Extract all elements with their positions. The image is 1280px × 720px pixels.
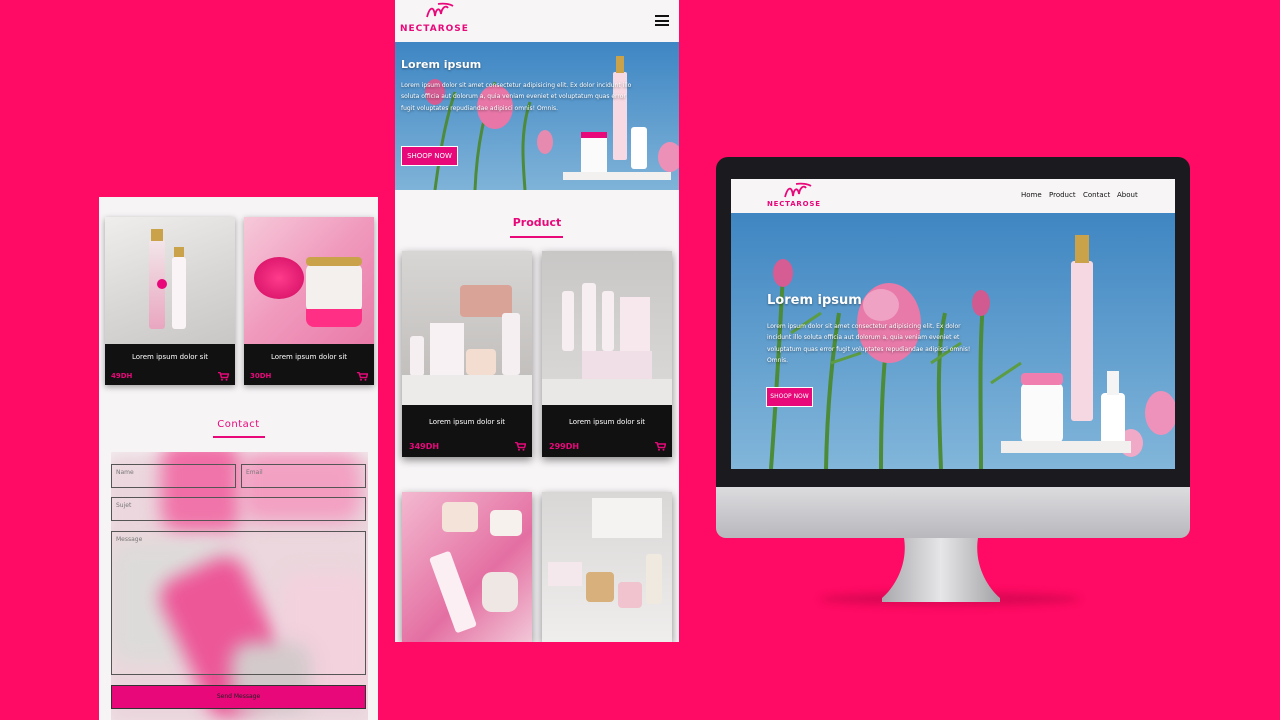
product-image [244, 217, 374, 344]
product-image [402, 492, 532, 642]
product-price: 49DH [111, 372, 133, 380]
mobile-header: NECTAROSE [395, 0, 679, 42]
nav-item-home[interactable]: Home [1021, 191, 1042, 199]
hero-text: Lorem ipsum dolor sit amet consectetur a… [767, 323, 971, 365]
product-price: 349DH [409, 442, 440, 451]
name-field[interactable]: Name [111, 464, 236, 488]
logo-mark-icon [784, 182, 812, 198]
product-card[interactable]: Lorem ipsum dolor sit 30DH [244, 217, 374, 385]
product-card[interactable]: Lorem ipsum dolor sit 299DH [542, 251, 672, 457]
monitor-stand [882, 538, 1000, 602]
hero-text: Lorem ipsum dolor sit amet consectetur a… [401, 82, 632, 112]
product-image [105, 217, 235, 344]
product-card[interactable] [402, 492, 532, 642]
product-card[interactable]: Lorem ipsum dolor sit 349DH [402, 251, 532, 457]
nav-item-contact[interactable]: Contact [1083, 191, 1110, 199]
heading-underline [213, 436, 265, 438]
email-field[interactable]: Email [241, 464, 366, 488]
product-card[interactable] [542, 492, 672, 642]
send-message-button[interactable]: Send Message [111, 685, 366, 709]
subject-field[interactable]: Sujet [111, 497, 366, 521]
product-title: Lorem ipsum dolor sit [568, 418, 646, 426]
desktop-navbar: NECTAROSE Home Product Contact About [731, 179, 1175, 213]
nav-item-product[interactable]: Product [1049, 191, 1076, 199]
hero-title: Lorem ipsum [767, 293, 862, 308]
shop-now-button[interactable]: SHOOP NOW [766, 387, 813, 407]
hero-title: Lorem ipsum [401, 58, 482, 71]
nav-item-about[interactable]: About [1117, 191, 1138, 199]
monitor-chin [716, 487, 1190, 538]
hamburger-icon[interactable] [655, 15, 669, 26]
heading-underline [510, 236, 563, 238]
logo-wordmark: NECTAROSE [767, 200, 821, 208]
product-price: 299DH [549, 442, 580, 451]
logo-mark-icon [426, 2, 454, 18]
shop-now-button[interactable]: SHOOP NOW [401, 146, 458, 166]
contact-page-mockup: Lorem ipsum dolor sit 49DH Lorem ipsum d… [99, 197, 378, 720]
contact-heading: Contact [217, 419, 260, 430]
product-image [542, 492, 672, 642]
cart-icon[interactable] [655, 442, 666, 451]
product-image [402, 251, 532, 405]
product-image [542, 251, 672, 405]
message-field[interactable]: Message [111, 531, 366, 675]
desktop-screen: NECTAROSE Home Product Contact About Lor… [731, 179, 1175, 469]
product-title: Lorem ipsum dolor sit [270, 353, 348, 361]
cart-icon[interactable] [515, 442, 526, 451]
hero-banner: Lorem ipsum Lorem ipsum dolor sit amet c… [731, 213, 1175, 469]
product-heading: Product [512, 216, 562, 229]
product-page-mockup: NECTAROSE Lorem ipsum Lorem ipsum dolor … [395, 0, 679, 642]
product-card[interactable]: Lorem ipsum dolor sit 49DH [105, 217, 235, 385]
product-price: 30DH [250, 372, 272, 380]
product-title: Lorem ipsum dolor sit [131, 353, 209, 361]
cart-icon[interactable] [357, 372, 368, 381]
product-title: Lorem ipsum dolor sit [428, 418, 506, 426]
desktop-monitor-mockup: NECTAROSE Home Product Contact About Lor… [716, 157, 1190, 538]
hero-banner: Lorem ipsum Lorem ipsum dolor sit amet c… [395, 42, 679, 190]
logo-wordmark: NECTAROSE [400, 24, 469, 34]
cart-icon[interactable] [218, 372, 229, 381]
